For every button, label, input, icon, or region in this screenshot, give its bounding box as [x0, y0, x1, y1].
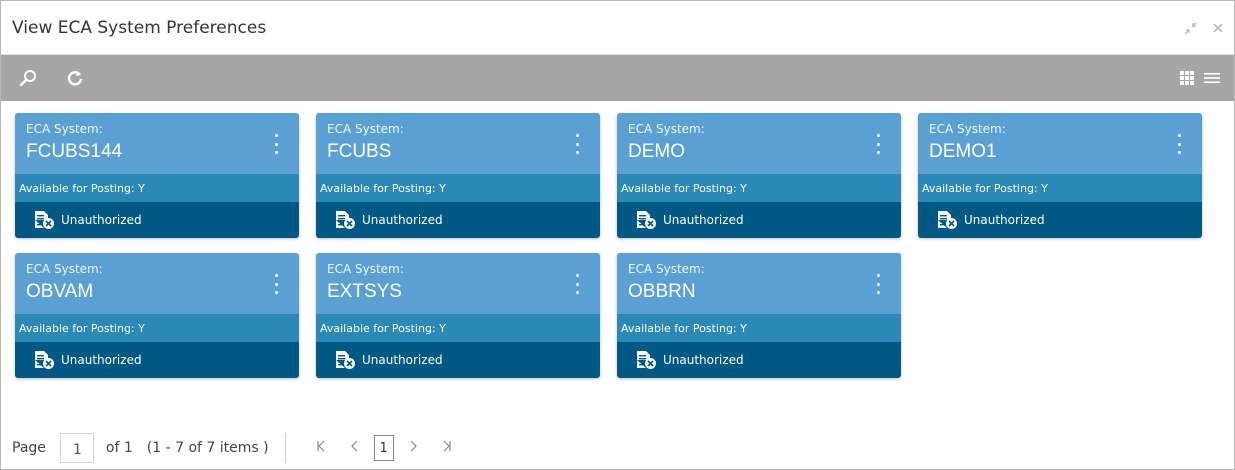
more-options-icon[interactable]: [572, 274, 582, 294]
authorization-status-label: Unauthorized: [362, 353, 443, 367]
eca-system-card[interactable]: ECA System: EXTSYS Available for Posting: …: [316, 253, 600, 378]
last-page-icon[interactable]: [434, 440, 460, 456]
eca-system-card[interactable]: ECA System: DEMO1 Available for Posting: Y…: [918, 113, 1202, 238]
authorization-status: Unauthorized: [316, 202, 600, 238]
search-icon[interactable]: [15, 55, 41, 101]
page-navigation: 1: [308, 435, 460, 461]
card-header: ECA System: OBBRN: [617, 253, 901, 314]
posting-status: Available for Posting: Y: [918, 174, 1202, 202]
first-page-icon[interactable]: [308, 440, 334, 456]
unauthorized-icon: [635, 350, 663, 370]
page-title: View ECA System Preferences: [12, 17, 267, 38]
posting-status: Available for Posting: Y: [316, 174, 600, 202]
authorization-status-label: Unauthorized: [663, 213, 744, 227]
eca-system-name: FCUBS: [327, 141, 392, 162]
pagination-bar: Page 1 of 1 (1 - 7 of 7 items ) 1: [1, 426, 1234, 470]
eca-system-label: ECA System:: [628, 262, 705, 276]
eca-system-name: FCUBS144: [26, 141, 123, 162]
more-options-icon[interactable]: [271, 134, 281, 154]
posting-status: Available for Posting: Y: [617, 314, 901, 342]
more-options-icon[interactable]: [1174, 134, 1184, 154]
title-bar: View ECA System Preferences: [1, 1, 1234, 55]
more-options-icon[interactable]: [873, 274, 883, 294]
authorization-status: Unauthorized: [617, 342, 901, 378]
posting-status: Available for Posting: Y: [617, 174, 901, 202]
more-options-icon[interactable]: [873, 134, 883, 154]
items-summary: (1 - 7 of 7 items ): [146, 440, 269, 456]
more-options-icon[interactable]: [572, 134, 582, 154]
unauthorized-icon: [33, 350, 61, 370]
eca-system-card[interactable]: ECA System: OBBRN Available for Posting: Y…: [617, 253, 901, 378]
unauthorized-icon: [33, 210, 61, 230]
unauthorized-icon: [334, 210, 362, 230]
page-number-input[interactable]: 1: [59, 433, 94, 463]
authorization-status: Unauthorized: [617, 202, 901, 238]
eca-system-label: ECA System:: [628, 122, 705, 136]
page-label: Page: [12, 440, 46, 456]
authorization-status-label: Unauthorized: [964, 213, 1045, 227]
unauthorized-icon: [936, 210, 964, 230]
card-header: ECA System: FCUBS144: [15, 113, 299, 174]
card-header: ECA System: FCUBS: [316, 113, 600, 174]
window: View ECA System Preferences ECA System: F…: [0, 0, 1235, 470]
posting-status: Available for Posting: Y: [15, 314, 299, 342]
refresh-icon[interactable]: [63, 55, 87, 101]
next-page-icon[interactable]: [400, 440, 426, 456]
eca-system-name: OBVAM: [26, 281, 94, 302]
authorization-status-label: Unauthorized: [61, 353, 142, 367]
window-controls: [1184, 21, 1224, 39]
eca-system-label: ECA System:: [26, 122, 103, 136]
eca-system-card[interactable]: ECA System: FCUBS144 Available for Posting…: [15, 113, 299, 238]
toolbar: [1, 55, 1234, 101]
card-header: ECA System: EXTSYS: [316, 253, 600, 314]
eca-system-label: ECA System:: [327, 122, 404, 136]
card-header: ECA System: DEMO: [617, 113, 901, 174]
eca-system-name: DEMO: [628, 141, 685, 162]
eca-system-card[interactable]: ECA System: OBVAM Available for Posting: Y…: [15, 253, 299, 378]
posting-status: Available for Posting: Y: [15, 174, 299, 202]
close-icon[interactable]: [1212, 22, 1224, 38]
card-header: ECA System: DEMO1: [918, 113, 1202, 174]
unauthorized-icon: [635, 210, 663, 230]
authorization-status: Unauthorized: [918, 202, 1202, 238]
authorization-status: Unauthorized: [15, 202, 299, 238]
eca-system-name: EXTSYS: [327, 281, 402, 302]
card-header: ECA System: OBVAM: [15, 253, 299, 314]
grid-view-icon[interactable]: [1176, 55, 1198, 101]
eca-system-card[interactable]: ECA System: DEMO Available for Posting: Y U…: [617, 113, 901, 238]
eca-system-name: OBBRN: [628, 281, 696, 302]
authorization-status: Unauthorized: [316, 342, 600, 378]
authorization-status-label: Unauthorized: [61, 213, 142, 227]
authorization-status-label: Unauthorized: [663, 353, 744, 367]
pager-divider: [284, 433, 286, 463]
list-view-icon[interactable]: [1201, 55, 1223, 101]
eca-system-label: ECA System:: [26, 262, 103, 276]
eca-system-label: ECA System:: [327, 262, 404, 276]
prev-page-icon[interactable]: [342, 440, 368, 456]
eca-system-card[interactable]: ECA System: FCUBS Available for Posting: Y…: [316, 113, 600, 238]
eca-system-name: DEMO1: [929, 141, 997, 162]
current-page-button[interactable]: 1: [373, 435, 394, 461]
more-options-icon[interactable]: [271, 274, 281, 294]
eca-system-label: ECA System:: [929, 122, 1006, 136]
page-count-label: of 1: [105, 440, 133, 456]
collapse-arrows-icon[interactable]: [1184, 21, 1198, 39]
authorization-status: Unauthorized: [15, 342, 299, 378]
posting-status: Available for Posting: Y: [316, 314, 600, 342]
unauthorized-icon: [334, 350, 362, 370]
authorization-status-label: Unauthorized: [362, 213, 443, 227]
